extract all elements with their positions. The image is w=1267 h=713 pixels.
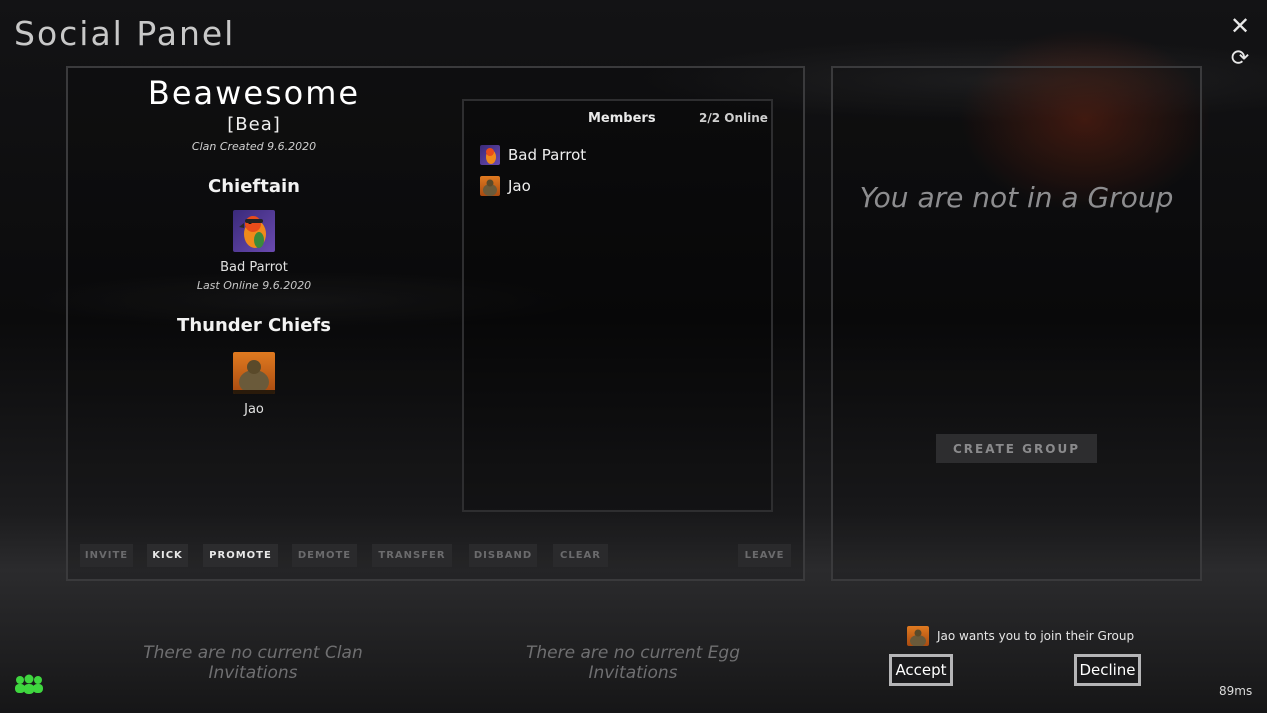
people-icon[interactable] bbox=[14, 673, 44, 695]
disband-button[interactable]: DISBAND bbox=[469, 544, 537, 567]
close-icon[interactable]: ✕ bbox=[1228, 12, 1252, 40]
members-header: Members bbox=[588, 111, 656, 126]
create-group-button[interactable]: CREATE GROUP bbox=[936, 434, 1097, 463]
list-item[interactable]: Bad Parrot bbox=[480, 145, 760, 167]
egg-invitations-empty: There are no current Egg Invitations bbox=[525, 643, 741, 683]
page-title: Social Panel bbox=[14, 14, 236, 53]
rank-member-avatar[interactable] bbox=[233, 352, 275, 394]
list-item[interactable]: Jao bbox=[480, 176, 760, 198]
inviter-avatar bbox=[907, 626, 929, 646]
decline-button[interactable]: Decline bbox=[1074, 654, 1141, 686]
chieftain-heading: Chieftain bbox=[208, 176, 300, 197]
promote-button[interactable]: PROMOTE bbox=[203, 544, 278, 567]
rank-member-name: Jao bbox=[244, 402, 264, 417]
group-panel bbox=[831, 66, 1202, 581]
member-avatar bbox=[480, 176, 500, 196]
invite-button[interactable]: INVITE bbox=[80, 544, 133, 567]
chieftain-last-online: Last Online 9.6.2020 bbox=[196, 279, 312, 292]
demote-button[interactable]: DEMOTE bbox=[292, 544, 357, 567]
clan-invitations-empty: There are no current Clan Invitations bbox=[143, 643, 363, 683]
accept-button[interactable]: Accept bbox=[889, 654, 953, 686]
kick-button[interactable]: KICK bbox=[147, 544, 188, 567]
refresh-icon[interactable]: ⟳ bbox=[1228, 46, 1252, 72]
ping-readout: 89ms bbox=[1219, 684, 1253, 698]
group-status: You are not in a Group bbox=[859, 181, 1174, 214]
clan-created-date: Clan Created 9.6.2020 bbox=[191, 140, 317, 153]
leave-button[interactable]: LEAVE bbox=[738, 544, 791, 567]
members-online-count: 2/2 Online bbox=[699, 111, 768, 125]
member-name: Jao bbox=[508, 177, 531, 195]
rank-heading: Thunder Chiefs bbox=[177, 315, 331, 336]
clear-button[interactable]: CLEAR bbox=[553, 544, 608, 567]
clan-tag: [Bea] bbox=[227, 114, 281, 135]
member-name: Bad Parrot bbox=[508, 146, 587, 164]
group-invite-message: Jao wants you to join their Group bbox=[937, 629, 1135, 643]
chieftain-name: Bad Parrot bbox=[220, 260, 288, 275]
chieftain-avatar[interactable] bbox=[233, 210, 275, 252]
member-avatar bbox=[480, 145, 500, 165]
transfer-button[interactable]: TRANSFER bbox=[372, 544, 452, 567]
clan-name: Beawesome bbox=[147, 74, 361, 112]
